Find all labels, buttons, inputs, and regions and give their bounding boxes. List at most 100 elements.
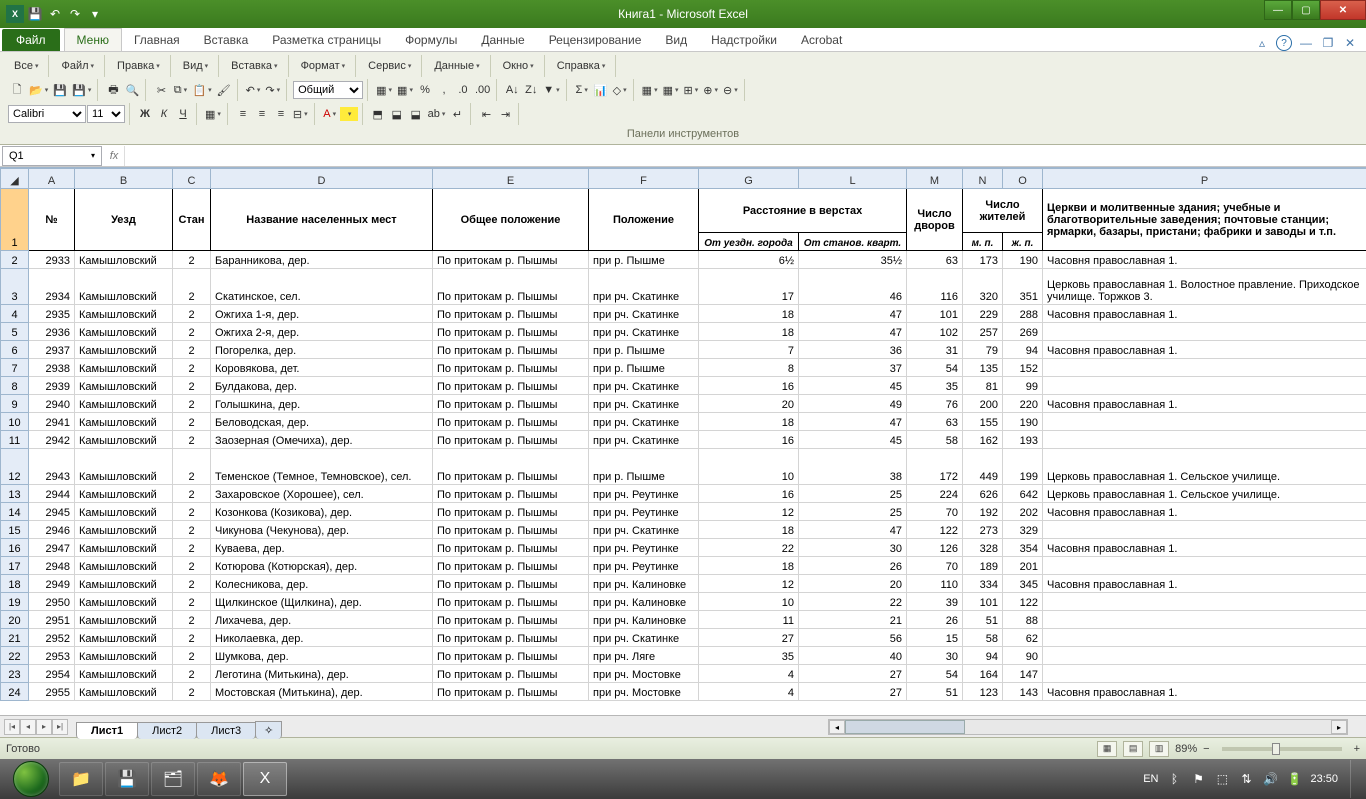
chart-icon[interactable]: 📊 <box>592 80 610 100</box>
row-header[interactable]: 8 <box>1 377 29 395</box>
table-row[interactable]: 52936Камышловский2Ожгиха 2-я, дер.По при… <box>1 323 1366 341</box>
tab-home[interactable]: Главная <box>122 29 192 51</box>
col-header[interactable]: C <box>173 169 211 189</box>
pivot-icon[interactable]: ▦ <box>661 80 681 100</box>
formatpainter-icon[interactable]: 🖌 <box>215 80 233 100</box>
undo-icon[interactable]: ↶ <box>244 80 263 100</box>
name-box[interactable]: Q1▾ <box>2 146 102 166</box>
table-row[interactable]: 132944Камышловский2Захаровское (Хорошее)… <box>1 485 1366 503</box>
col-header[interactable]: E <box>433 169 589 189</box>
col-header[interactable]: M <box>907 169 963 189</box>
menu-service[interactable]: Сервис <box>362 56 417 76</box>
saveas-icon[interactable]: 💾 <box>70 80 93 100</box>
menu-format[interactable]: Формат <box>295 56 352 76</box>
preview-icon[interactable]: 🔍 <box>123 80 141 100</box>
window-maximize-button[interactable]: ▢ <box>1292 0 1320 20</box>
table-row[interactable]: 222953Камышловский2Шумкова, дер.По прито… <box>1 647 1366 665</box>
border-icon[interactable]: ▦ <box>203 104 223 124</box>
valign-bot-icon[interactable]: ⬓ <box>407 104 425 124</box>
table-icon[interactable]: ▦ <box>640 80 660 100</box>
col-header[interactable]: A <box>29 169 75 189</box>
table-row[interactable]: 152946Камышловский2Чикунова (Чекунова), … <box>1 521 1366 539</box>
table-row[interactable]: 202951Камышловский2Лихачева, дер.По прит… <box>1 611 1366 629</box>
underline-icon[interactable]: Ч <box>174 104 192 124</box>
select-all-corner[interactable]: ◢ <box>1 169 29 189</box>
autosum-icon[interactable]: Σ <box>573 80 591 100</box>
filter-icon[interactable]: ▼ <box>541 80 561 100</box>
scroll-left-icon[interactable]: ◂ <box>829 720 845 734</box>
tab-acrobat[interactable]: Acrobat <box>789 29 854 51</box>
save-icon[interactable]: 💾 <box>26 5 44 23</box>
tab-data[interactable]: Данные <box>469 29 536 51</box>
workbook-close-icon[interactable]: ✕ <box>1342 35 1358 51</box>
table-row[interactable]: 102941Камышловский2Беловодская, дер.По п… <box>1 413 1366 431</box>
ribbon-minimize-icon[interactable]: ▵ <box>1254 35 1270 51</box>
menu-edit[interactable]: Правка <box>111 56 166 76</box>
tray-bluetooth-icon[interactable]: ᛒ <box>1166 771 1182 787</box>
bold-icon[interactable]: Ж <box>136 104 154 124</box>
tab-formulas[interactable]: Формулы <box>393 29 469 51</box>
valign-mid-icon[interactable]: ⬓ <box>388 104 406 124</box>
sheet-nav-last-icon[interactable]: ▸| <box>52 719 68 735</box>
paste-icon[interactable]: 📋 <box>190 80 213 100</box>
col-header[interactable]: N <box>963 169 1003 189</box>
tab-menu[interactable]: Меню <box>64 28 122 51</box>
fx-icon[interactable]: fx <box>104 150 124 162</box>
incdec-icon[interactable]: .0 <box>454 80 472 100</box>
zoom-level[interactable]: 89% <box>1175 743 1197 755</box>
merge-center-icon[interactable]: ⊟ <box>291 104 310 124</box>
menu-data[interactable]: Данные <box>428 56 485 76</box>
tab-insert[interactable]: Вставка <box>192 29 261 51</box>
zoom-in-icon[interactable]: + <box>1354 743 1360 755</box>
qat-more-icon[interactable]: ▾ <box>86 5 104 23</box>
row-header[interactable]: 14 <box>1 503 29 521</box>
window-minimize-button[interactable]: — <box>1264 0 1292 20</box>
numberformat-select[interactable]: Общий <box>293 81 363 99</box>
row-header[interactable]: 13 <box>1 485 29 503</box>
copy-icon[interactable]: ⧉ <box>171 80 189 100</box>
row-header[interactable]: 21 <box>1 629 29 647</box>
menu-view[interactable]: Вид <box>177 56 214 76</box>
col-header[interactable]: O <box>1003 169 1043 189</box>
help-icon[interactable]: ? <box>1276 35 1292 51</box>
table-row[interactable]: 122943Камышловский2Теменское (Темное, Те… <box>1 449 1366 485</box>
row-header[interactable]: 15 <box>1 521 29 539</box>
sheet-tab[interactable]: Лист1 <box>76 722 138 739</box>
row-header[interactable]: 3 <box>1 269 29 305</box>
sheet-nav-next-icon[interactable]: ▸ <box>36 719 52 735</box>
redo-icon[interactable]: ↷ <box>66 5 84 23</box>
scroll-right-icon[interactable]: ▸ <box>1331 720 1347 734</box>
indent-dec-icon[interactable]: ⇤ <box>477 104 495 124</box>
row-header[interactable]: 12 <box>1 449 29 485</box>
view-normal-icon[interactable]: ▦ <box>1097 741 1117 757</box>
col-header[interactable]: G <box>699 169 799 189</box>
spreadsheet-grid[interactable]: ◢ A B C D E F G L M N O P 1 № Уезд Стан … <box>0 167 1366 715</box>
horizontal-scrollbar[interactable]: ◂ ▸ <box>828 719 1348 735</box>
tab-review[interactable]: Рецензирование <box>537 29 654 51</box>
align-right-icon[interactable]: ≡ <box>272 104 290 124</box>
tray-clock[interactable]: 23:50 <box>1310 773 1338 785</box>
sheet-tab[interactable]: Лист2 <box>137 722 197 739</box>
start-button[interactable] <box>4 760 58 798</box>
table-row[interactable]: 232954Камышловский2Леготина (Митькина), … <box>1 665 1366 683</box>
align-left-icon[interactable]: ≡ <box>234 104 252 124</box>
cellstyles-icon[interactable]: ▦ <box>374 80 394 100</box>
menu-help[interactable]: Справка <box>551 56 612 76</box>
condformat-icon[interactable]: ▦ <box>395 80 415 100</box>
tray-flag-icon[interactable]: ⚑ <box>1190 771 1206 787</box>
tray-app-icon[interactable]: ⬚ <box>1214 771 1230 787</box>
zoom-out-icon[interactable]: − <box>1203 743 1209 755</box>
table-row[interactable]: 22933Камышловский2Баранникова, дер.По пр… <box>1 251 1366 269</box>
delete-icon[interactable]: ⊖ <box>721 80 740 100</box>
undo-icon[interactable]: ↶ <box>46 5 64 23</box>
valign-top-icon[interactable]: ⬒ <box>369 104 387 124</box>
menu-all[interactable]: Все <box>8 56 44 76</box>
comma-icon[interactable]: , <box>435 80 453 100</box>
orientation-icon[interactable]: ab <box>426 104 448 124</box>
row-header[interactable]: 10 <box>1 413 29 431</box>
zoom-slider[interactable] <box>1222 747 1342 751</box>
row-header[interactable]: 9 <box>1 395 29 413</box>
show-desktop-button[interactable] <box>1350 760 1360 798</box>
shapes-icon[interactable]: ◇ <box>611 80 629 100</box>
tray-volume-icon[interactable]: 🔊 <box>1262 771 1278 787</box>
